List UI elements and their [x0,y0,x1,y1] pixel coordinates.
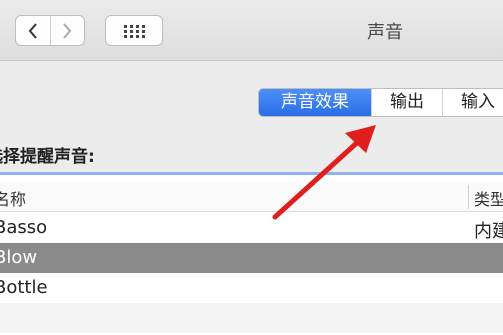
grid-icon [124,24,145,38]
tab-output[interactable]: 输出 [371,89,442,116]
chevron-right-icon [63,22,72,39]
sound-name: Blow [0,247,38,268]
tab-bar: 声音效果 输出 输入 [258,88,503,117]
column-divider[interactable] [468,185,469,209]
list-item-selected[interactable]: Blow [0,243,503,273]
alert-prompt: 选择提醒声音: [0,147,95,167]
list-item[interactable]: Bottle [0,273,503,303]
sound-name: Bottle [0,277,48,298]
sound-type: 内建 [474,221,503,242]
toolbar: 声音 [0,0,503,61]
list-item[interactable] [0,303,503,333]
show-all-button[interactable] [105,15,163,46]
forward-button[interactable] [49,16,85,45]
column-header-type[interactable]: 类型 [474,186,503,210]
window-title: 声音 [367,22,403,43]
alert-sound-list[interactable]: 名称 类型 Basso 内建 Blow Bottle [0,172,503,335]
column-header-name[interactable]: 名称 [0,186,26,210]
list-header: 名称 类型 [0,183,503,212]
tab-sound-effects[interactable]: 声音效果 [259,89,371,116]
nav-buttons [15,15,85,46]
back-button[interactable] [16,16,50,45]
tab-input[interactable]: 输入 [442,89,503,116]
list-item[interactable]: Basso 内建 [0,213,503,243]
chevron-left-icon [28,22,37,39]
sound-name: Basso [0,217,48,238]
